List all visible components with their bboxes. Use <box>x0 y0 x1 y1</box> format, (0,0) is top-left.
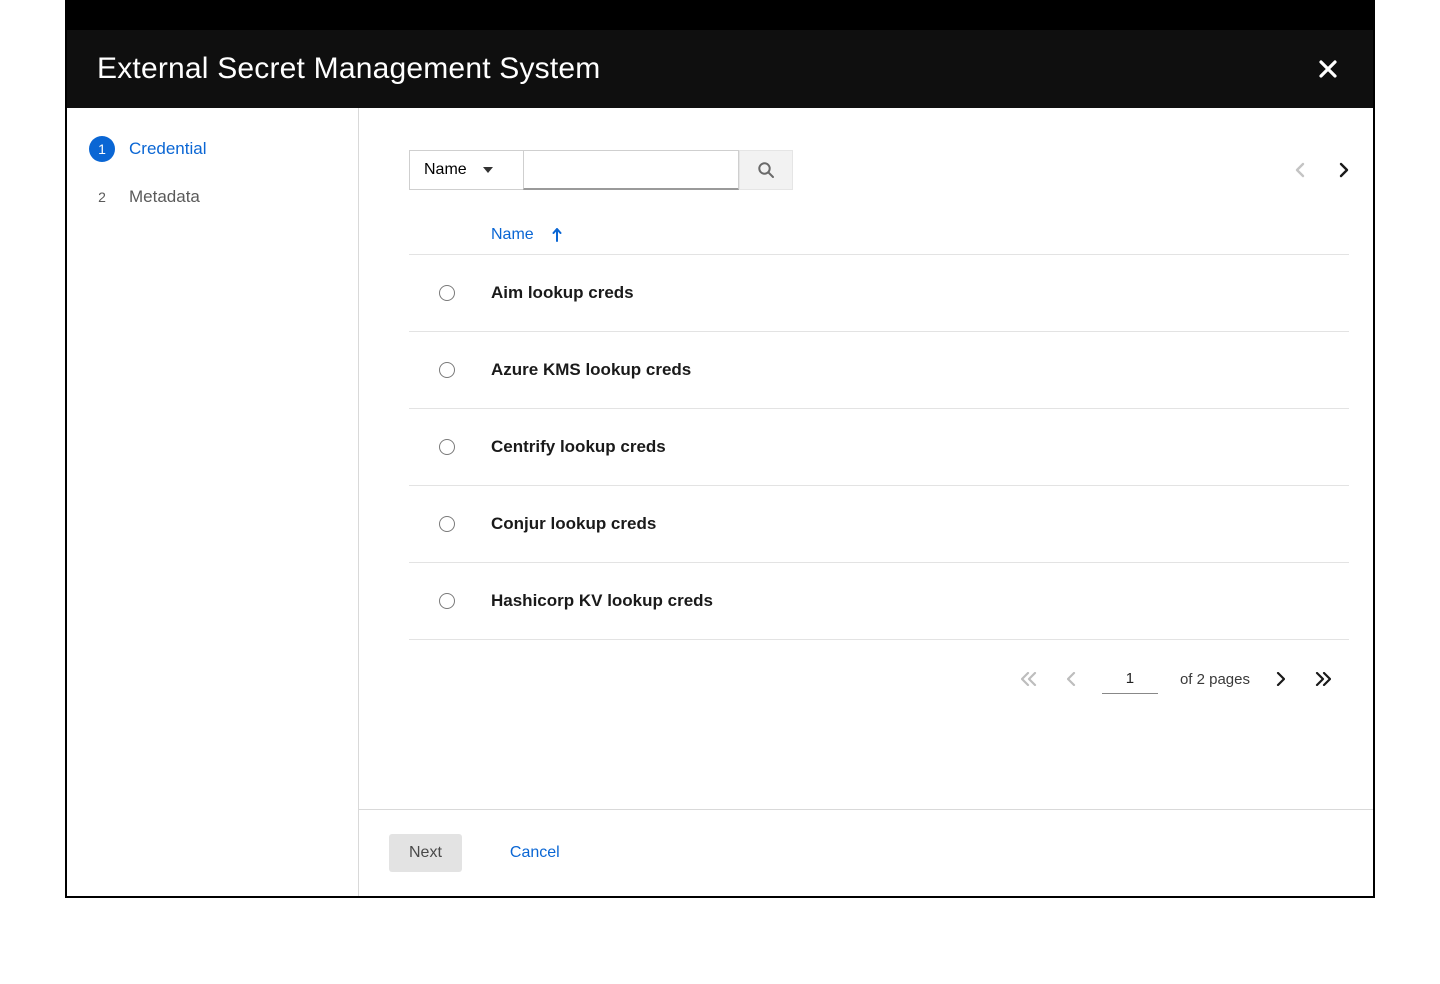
wizard-step-metadata[interactable]: 2 Metadata <box>89 184 336 210</box>
search-input[interactable] <box>523 150 739 190</box>
cancel-button[interactable]: Cancel <box>490 834 580 872</box>
caret-down-icon <box>483 167 493 173</box>
table-row[interactable]: Hashicorp KV lookup creds <box>409 563 1349 640</box>
scroll-area[interactable]: Name <box>359 108 1373 809</box>
row-radio[interactable] <box>439 362 455 378</box>
row-name: Centrify lookup creds <box>491 437 666 457</box>
table-row[interactable]: Azure KMS lookup creds <box>409 332 1349 409</box>
pager-next[interactable] <box>1272 668 1289 690</box>
wizard-sidebar: 1 Credential 2 Metadata <box>67 108 359 896</box>
step-number-badge: 1 <box>89 136 115 162</box>
modal-body: 1 Credential 2 Metadata Name <box>67 108 1373 896</box>
modal-footer: Next Cancel <box>359 809 1373 896</box>
pager-first[interactable] <box>1017 668 1041 690</box>
table-row[interactable]: Aim lookup creds <box>409 255 1349 332</box>
step-number-badge: 2 <box>89 184 115 210</box>
list-toolbar: Name <box>409 150 1349 190</box>
page-count-label: of 2 pages <box>1180 671 1250 688</box>
search-field-label: Name <box>424 161 467 179</box>
double-chevron-left-icon <box>1021 672 1037 686</box>
chevron-right-icon <box>1276 672 1285 686</box>
page-number-input[interactable] <box>1102 664 1158 694</box>
row-name: Hashicorp KV lookup creds <box>491 591 713 611</box>
credentials-table: Aim lookup creds Azure KMS lookup creds … <box>409 254 1349 640</box>
step-label: Metadata <box>129 187 200 207</box>
close-button[interactable] <box>1313 54 1343 84</box>
bottom-pager: of 2 pages <box>409 640 1349 704</box>
row-name: Aim lookup creds <box>491 283 634 303</box>
row-radio[interactable] <box>439 439 455 455</box>
next-button[interactable]: Next <box>389 834 462 872</box>
search-field-select[interactable]: Name <box>409 150 523 190</box>
row-radio[interactable] <box>439 593 455 609</box>
top-pager-next[interactable] <box>1339 162 1349 178</box>
modal-header: External Secret Management System <box>67 30 1373 108</box>
main-panel: Name <box>359 108 1373 896</box>
modal-title: External Secret Management System <box>97 52 601 86</box>
double-chevron-right-icon <box>1315 672 1331 686</box>
search-group: Name <box>409 150 793 190</box>
sort-ascending-icon <box>552 228 562 242</box>
wizard-step-credential[interactable]: 1 Credential <box>89 136 336 162</box>
top-pager-prev[interactable] <box>1295 162 1305 178</box>
column-header-name[interactable]: Name <box>409 226 1349 254</box>
step-label: Credential <box>129 139 207 159</box>
pager-last[interactable] <box>1311 668 1335 690</box>
chevron-left-icon <box>1067 672 1076 686</box>
window-top-bar <box>67 2 1373 30</box>
row-radio[interactable] <box>439 285 455 301</box>
top-pager <box>1295 162 1349 178</box>
table-row[interactable]: Centrify lookup creds <box>409 409 1349 486</box>
row-radio[interactable] <box>439 516 455 532</box>
chevron-left-icon <box>1295 162 1305 178</box>
close-icon <box>1319 60 1337 78</box>
row-name: Azure KMS lookup creds <box>491 360 691 380</box>
search-icon <box>757 161 775 179</box>
search-button[interactable] <box>739 150 793 190</box>
modal-frame: External Secret Management System 1 Cred… <box>65 0 1375 898</box>
table-row[interactable]: Conjur lookup creds <box>409 486 1349 563</box>
column-header-label: Name <box>491 226 534 244</box>
chevron-right-icon <box>1339 162 1349 178</box>
row-name: Conjur lookup creds <box>491 514 656 534</box>
pager-prev[interactable] <box>1063 668 1080 690</box>
